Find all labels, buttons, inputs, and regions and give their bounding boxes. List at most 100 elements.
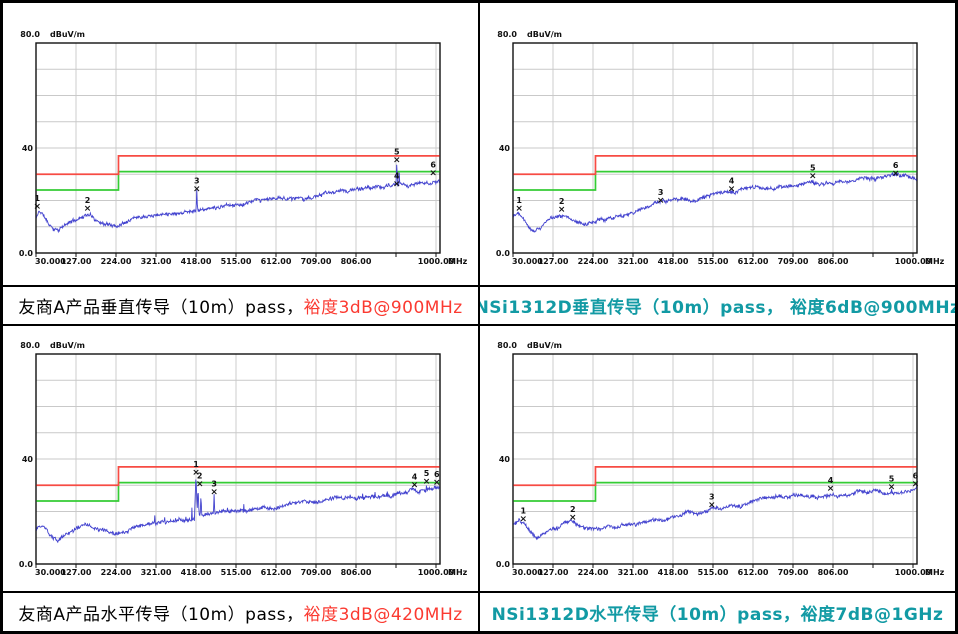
svg-text:1: 1	[516, 196, 522, 205]
svg-text:321.00: 321.00	[618, 257, 649, 266]
svg-text:2: 2	[85, 196, 91, 205]
svg-text:×: ×	[728, 184, 736, 194]
svg-text:0.0: 0.0	[496, 560, 511, 569]
svg-text:224.00: 224.00	[101, 257, 132, 266]
svg-text:224.00: 224.00	[101, 568, 132, 577]
svg-text:×: ×	[33, 202, 41, 212]
caption-nsi-horizontal: NSi1312D水平传导（10m）pass，裕度7dB@1GHz	[480, 593, 955, 631]
svg-text:×: ×	[888, 482, 896, 492]
svg-text:MHz: MHz	[925, 257, 945, 266]
svg-text:×: ×	[210, 488, 218, 498]
svg-text:×: ×	[393, 156, 401, 166]
svg-text:5: 5	[810, 163, 816, 172]
svg-text:×: ×	[411, 481, 419, 491]
svg-text:×: ×	[433, 478, 441, 488]
svg-text:4: 4	[729, 176, 735, 185]
svg-text:MHz: MHz	[448, 568, 468, 577]
svg-text:×: ×	[193, 184, 201, 194]
caption-text-main: NSi1312D垂直传导（10m）pass，	[480, 293, 784, 318]
svg-text:80.0: 80.0	[20, 341, 40, 350]
svg-text:0.0: 0.0	[496, 249, 511, 258]
svg-text:40: 40	[499, 144, 511, 153]
svg-text:40: 40	[22, 455, 34, 464]
chart-cell-rival-vertical: 80.0dBuV/m400.030.000127.00224.00321.004…	[3, 3, 478, 285]
caption-text-margin: 裕度3dB@420MHz	[304, 600, 463, 625]
svg-text:806.00: 806.00	[818, 568, 849, 577]
svg-text:2: 2	[570, 505, 576, 514]
emc-chart-rival-vertical: 80.0dBuV/m400.030.000127.00224.00321.004…	[3, 3, 473, 275]
svg-text:515.00: 515.00	[698, 568, 729, 577]
svg-text:3: 3	[211, 480, 217, 489]
svg-text:612.00: 612.00	[738, 257, 769, 266]
svg-text:×: ×	[569, 513, 577, 523]
svg-text:1: 1	[193, 460, 199, 469]
svg-text:6: 6	[434, 470, 440, 479]
svg-text:321.00: 321.00	[141, 257, 172, 266]
svg-text:321.00: 321.00	[618, 568, 649, 577]
svg-text:MHz: MHz	[448, 257, 468, 266]
svg-text:×: ×	[423, 477, 431, 487]
svg-text:3: 3	[709, 493, 715, 502]
svg-text:806.00: 806.00	[341, 257, 372, 266]
svg-text:2: 2	[197, 472, 203, 481]
caption-text-margin: 裕度7dB@1GHz	[801, 600, 944, 625]
svg-text:709.00: 709.00	[778, 257, 809, 266]
svg-text:×: ×	[657, 196, 665, 206]
svg-text:dBuV/m: dBuV/m	[527, 30, 562, 39]
caption-text-main: 友商A产品垂直传导（10m）pass，	[18, 293, 303, 318]
svg-text:MHz: MHz	[925, 568, 945, 577]
svg-text:×: ×	[393, 179, 401, 189]
svg-text:×: ×	[515, 204, 523, 214]
svg-text:80.0: 80.0	[497, 341, 517, 350]
svg-text:6: 6	[893, 161, 899, 170]
svg-text:2: 2	[559, 197, 565, 206]
svg-text:6: 6	[430, 161, 436, 170]
svg-text:709.00: 709.00	[301, 568, 332, 577]
svg-text:×: ×	[809, 171, 817, 181]
svg-text:709.00: 709.00	[778, 568, 809, 577]
svg-text:709.00: 709.00	[301, 257, 332, 266]
svg-text:612.00: 612.00	[261, 568, 292, 577]
svg-text:612.00: 612.00	[261, 257, 292, 266]
svg-text:418.00: 418.00	[181, 257, 212, 266]
caption-rival-horizontal: 友商A产品水平传导（10m）pass，裕度3dB@420MHz	[3, 593, 478, 631]
svg-text:×: ×	[827, 484, 835, 494]
svg-text:127.00: 127.00	[538, 257, 569, 266]
emc-chart-nsi-horizontal: 80.0dBuV/m400.030.000127.00224.00321.004…	[480, 326, 950, 586]
chart-cell-nsi-horizontal: 80.0dBuV/m400.030.000127.00224.00321.004…	[480, 326, 955, 591]
svg-text:418.00: 418.00	[181, 568, 212, 577]
svg-text:5: 5	[394, 148, 400, 157]
svg-text:515.00: 515.00	[221, 568, 252, 577]
chart-cell-nsi-vertical: 80.0dBuV/m400.030.000127.00224.00321.004…	[480, 3, 955, 285]
svg-text:321.00: 321.00	[141, 568, 172, 577]
svg-text:6: 6	[913, 472, 919, 481]
svg-text:40: 40	[499, 455, 511, 464]
svg-text:1: 1	[521, 507, 527, 516]
svg-text:418.00: 418.00	[658, 568, 689, 577]
svg-text:127.00: 127.00	[538, 568, 569, 577]
svg-text:dBuV/m: dBuV/m	[50, 341, 85, 350]
svg-text:224.00: 224.00	[578, 568, 609, 577]
svg-text:4: 4	[828, 476, 834, 485]
svg-text:515.00: 515.00	[221, 257, 252, 266]
svg-text:515.00: 515.00	[698, 257, 729, 266]
caption-text-margin: 裕度6dB@900MHz	[784, 293, 955, 318]
emc-chart-rival-horizontal: 80.0dBuV/m400.030.000127.00224.00321.004…	[3, 326, 473, 586]
svg-text:224.00: 224.00	[578, 257, 609, 266]
svg-text:127.00: 127.00	[61, 257, 92, 266]
chart-cell-rival-horizontal: 80.0dBuV/m400.030.000127.00224.00321.004…	[3, 326, 478, 591]
caption-text-margin: 裕度3dB@900MHz	[304, 293, 463, 318]
caption-nsi-vertical: NSi1312D垂直传导（10m）pass， 裕度6dB@900MHz	[480, 287, 955, 324]
svg-text:dBuV/m: dBuV/m	[50, 30, 85, 39]
svg-text:0.0: 0.0	[19, 560, 34, 569]
caption-text-main: 友商A产品水平传导（10m）pass，	[18, 600, 303, 625]
svg-text:4: 4	[394, 171, 400, 180]
svg-text:0.0: 0.0	[19, 249, 34, 258]
svg-text:1: 1	[34, 194, 40, 203]
svg-text:3: 3	[194, 176, 200, 185]
caption-rival-vertical: 友商A产品垂直传导（10m）pass，裕度3dB@900MHz	[3, 287, 478, 324]
svg-text:806.00: 806.00	[341, 568, 372, 577]
svg-text:806.00: 806.00	[818, 257, 849, 266]
svg-text:×: ×	[708, 501, 716, 511]
svg-text:×: ×	[520, 515, 528, 525]
